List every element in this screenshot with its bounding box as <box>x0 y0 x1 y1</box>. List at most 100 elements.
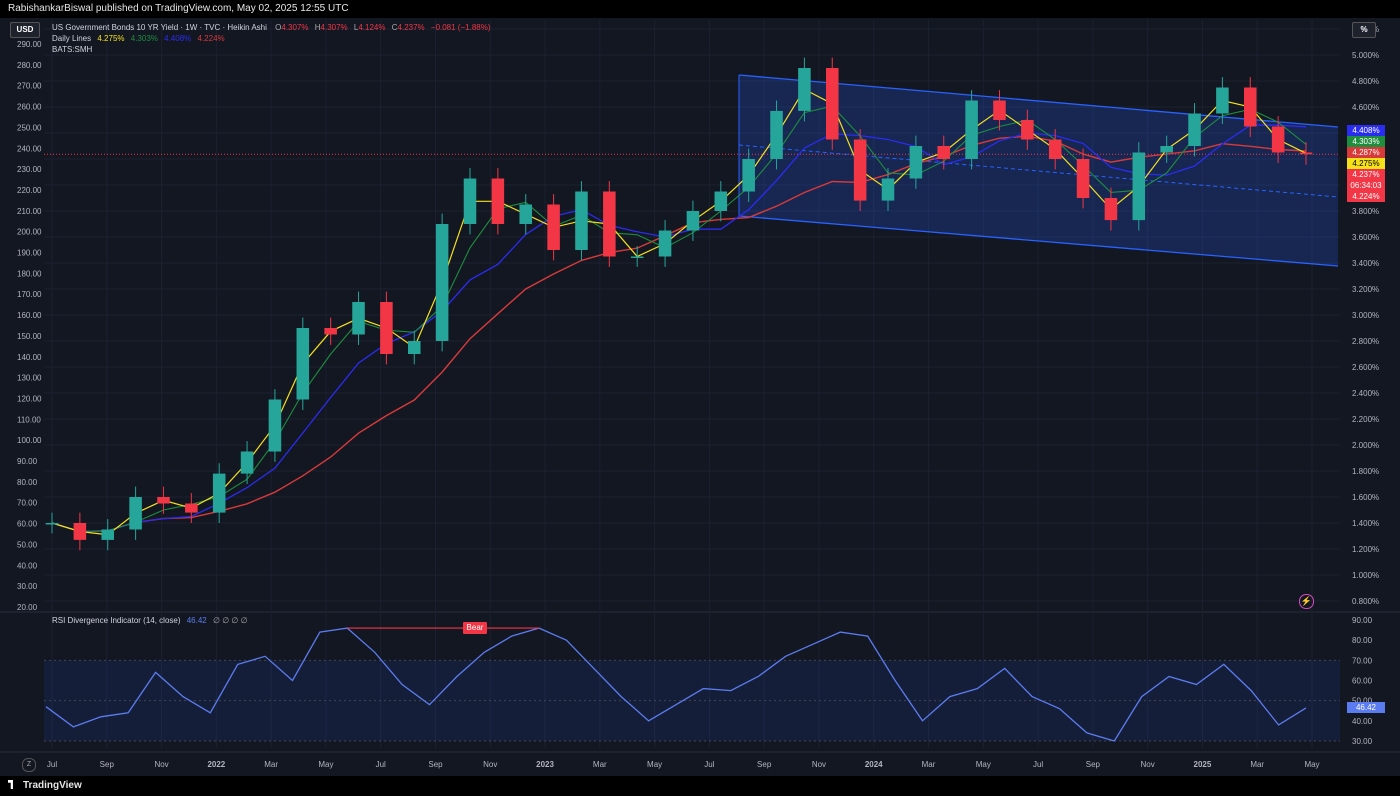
candle-body <box>825 68 839 140</box>
candle-body <box>630 256 644 258</box>
candle-body <box>296 328 310 400</box>
time-axis-label: May <box>318 760 333 769</box>
left-axis-label: 20.00 <box>17 603 38 612</box>
candle-body <box>240 451 254 474</box>
left-axis-label: 120.00 <box>17 394 42 403</box>
candle-body <box>268 399 282 452</box>
rsi-value-badge: 46.42 <box>1347 701 1385 713</box>
rsi-value: 46.42 <box>186 616 207 625</box>
candle-body <box>1076 159 1090 198</box>
compare-symbol-legend[interactable]: BATS:SMH <box>52 45 92 55</box>
candle-body <box>1243 87 1257 127</box>
time-axis-label: 2025 <box>1194 760 1212 769</box>
symbol-legend[interactable]: US Government Bonds 10 YR Yield · 1W · T… <box>52 23 491 33</box>
right-axis-label: 2.800% <box>1352 337 1379 346</box>
price-badge: 4.275% <box>1347 158 1385 169</box>
price-badge: 4.408% <box>1347 125 1385 136</box>
right-axis-label: 3.200% <box>1352 285 1379 294</box>
candle-body <box>129 497 142 530</box>
right-axis-label: 3.000% <box>1352 311 1379 320</box>
candle-body <box>324 328 337 335</box>
left-axis-label: 140.00 <box>17 353 42 362</box>
right-axis-label: 1.000% <box>1352 571 1379 580</box>
price-badge: 4.303% <box>1347 136 1385 147</box>
daily-line-value-1: 4.275% <box>97 34 125 43</box>
candle-body <box>881 178 895 201</box>
time-axis-label: Sep <box>1086 760 1101 769</box>
chart-window: RabishankarBiswal published on TradingVi… <box>0 0 1400 796</box>
candle-body <box>547 204 560 250</box>
candle-body <box>937 146 951 159</box>
left-axis-label: 290.00 <box>17 40 42 49</box>
rsi-axis-label: 90.00 <box>1352 616 1373 625</box>
candle-body <box>742 159 755 192</box>
tradingview-logo[interactable]: TradingView <box>8 780 82 791</box>
candle-body <box>157 497 170 504</box>
candle-body <box>1104 198 1118 221</box>
high-value: 4.307% <box>320 23 348 32</box>
candle-body <box>380 302 393 354</box>
candle-body <box>185 503 198 513</box>
time-axis-label: Sep <box>757 760 772 769</box>
rsi-axis-label: 40.00 <box>1352 717 1373 726</box>
price-badge: 4.237% <box>1347 169 1385 180</box>
tradingview-mark-icon <box>8 780 13 789</box>
time-axis-label: Jul <box>1033 760 1043 769</box>
percent-scale-button[interactable]: % <box>1352 22 1376 38</box>
rsi-null-values: ∅ ∅ ∅ ∅ <box>213 616 248 625</box>
right-axis-label: 4.600% <box>1352 103 1379 112</box>
left-axis-label: 240.00 <box>17 144 42 153</box>
left-axis-label: 260.00 <box>17 103 42 112</box>
time-axis-label: Nov <box>154 760 168 769</box>
candle-body <box>1188 113 1201 146</box>
left-axis-label: 30.00 <box>17 582 38 591</box>
candle-body <box>603 191 616 257</box>
time-axis-label: 2022 <box>207 760 225 769</box>
right-axis-label: 2.000% <box>1352 441 1379 450</box>
open-value: 4.307% <box>281 23 309 32</box>
left-axis-label: 40.00 <box>17 561 38 570</box>
left-axis-label: 70.00 <box>17 499 38 508</box>
candle-body <box>212 473 226 513</box>
time-axis-label: 2024 <box>865 760 883 769</box>
price-chart[interactable]: 290.00 280.00 270.00 260.00 250.00 240.00 230.… <box>0 0 1400 796</box>
time-axis-label: Sep <box>428 760 443 769</box>
footer-bar: TradingView <box>0 776 1400 796</box>
time-axis-label: Nov <box>483 760 497 769</box>
right-axis-label: 4.800% <box>1352 77 1379 86</box>
daily-lines-label: Daily Lines <box>52 34 92 43</box>
daily-line-value-3: 4.408% <box>164 34 192 43</box>
left-axis-label: 180.00 <box>17 269 42 278</box>
candle-body <box>352 302 365 335</box>
left-axis-label: 90.00 <box>17 457 38 466</box>
right-axis-label: 5.000% <box>1352 51 1379 60</box>
left-axis-label: 80.00 <box>17 478 38 487</box>
rsi-legend[interactable]: RSI Divergence Indicator (14, close) 46.… <box>52 616 248 626</box>
left-axis-label: 200.00 <box>17 228 42 237</box>
time-axis-label: Mar <box>1250 760 1264 769</box>
candle-body <box>101 529 115 540</box>
currency-button[interactable]: USD <box>10 22 40 38</box>
rsi-axis-label: 30.00 <box>1352 737 1373 746</box>
low-value: 4.124% <box>358 23 386 32</box>
right-axis-label: 2.200% <box>1352 415 1379 424</box>
price-badge: 4.287% <box>1347 147 1385 158</box>
candle-body <box>686 211 700 231</box>
time-axis-label: May <box>976 760 991 769</box>
candle-body <box>575 191 588 250</box>
candle-body <box>45 523 59 525</box>
candle-body <box>491 178 505 224</box>
daily-lines-legend[interactable]: Daily Lines 4.275% 4.303% 4.408% 4.224% <box>52 34 225 44</box>
time-axis-label: Mar <box>922 760 936 769</box>
rsi-label: RSI Divergence Indicator (14, close) <box>52 616 181 625</box>
right-axis-label: 2.600% <box>1352 363 1379 372</box>
zoom-button[interactable]: Z <box>22 758 36 772</box>
lightning-icon[interactable]: ⚡ <box>1299 594 1314 609</box>
time-axis-label: May <box>647 760 662 769</box>
time-axis-label: May <box>1304 760 1319 769</box>
rsi-axis-label: 60.00 <box>1352 677 1373 686</box>
candle-body <box>798 68 811 111</box>
daily-line-value-2: 4.303% <box>130 34 158 43</box>
time-axis-label: Sep <box>100 760 115 769</box>
left-axis-label: 130.00 <box>17 374 42 383</box>
